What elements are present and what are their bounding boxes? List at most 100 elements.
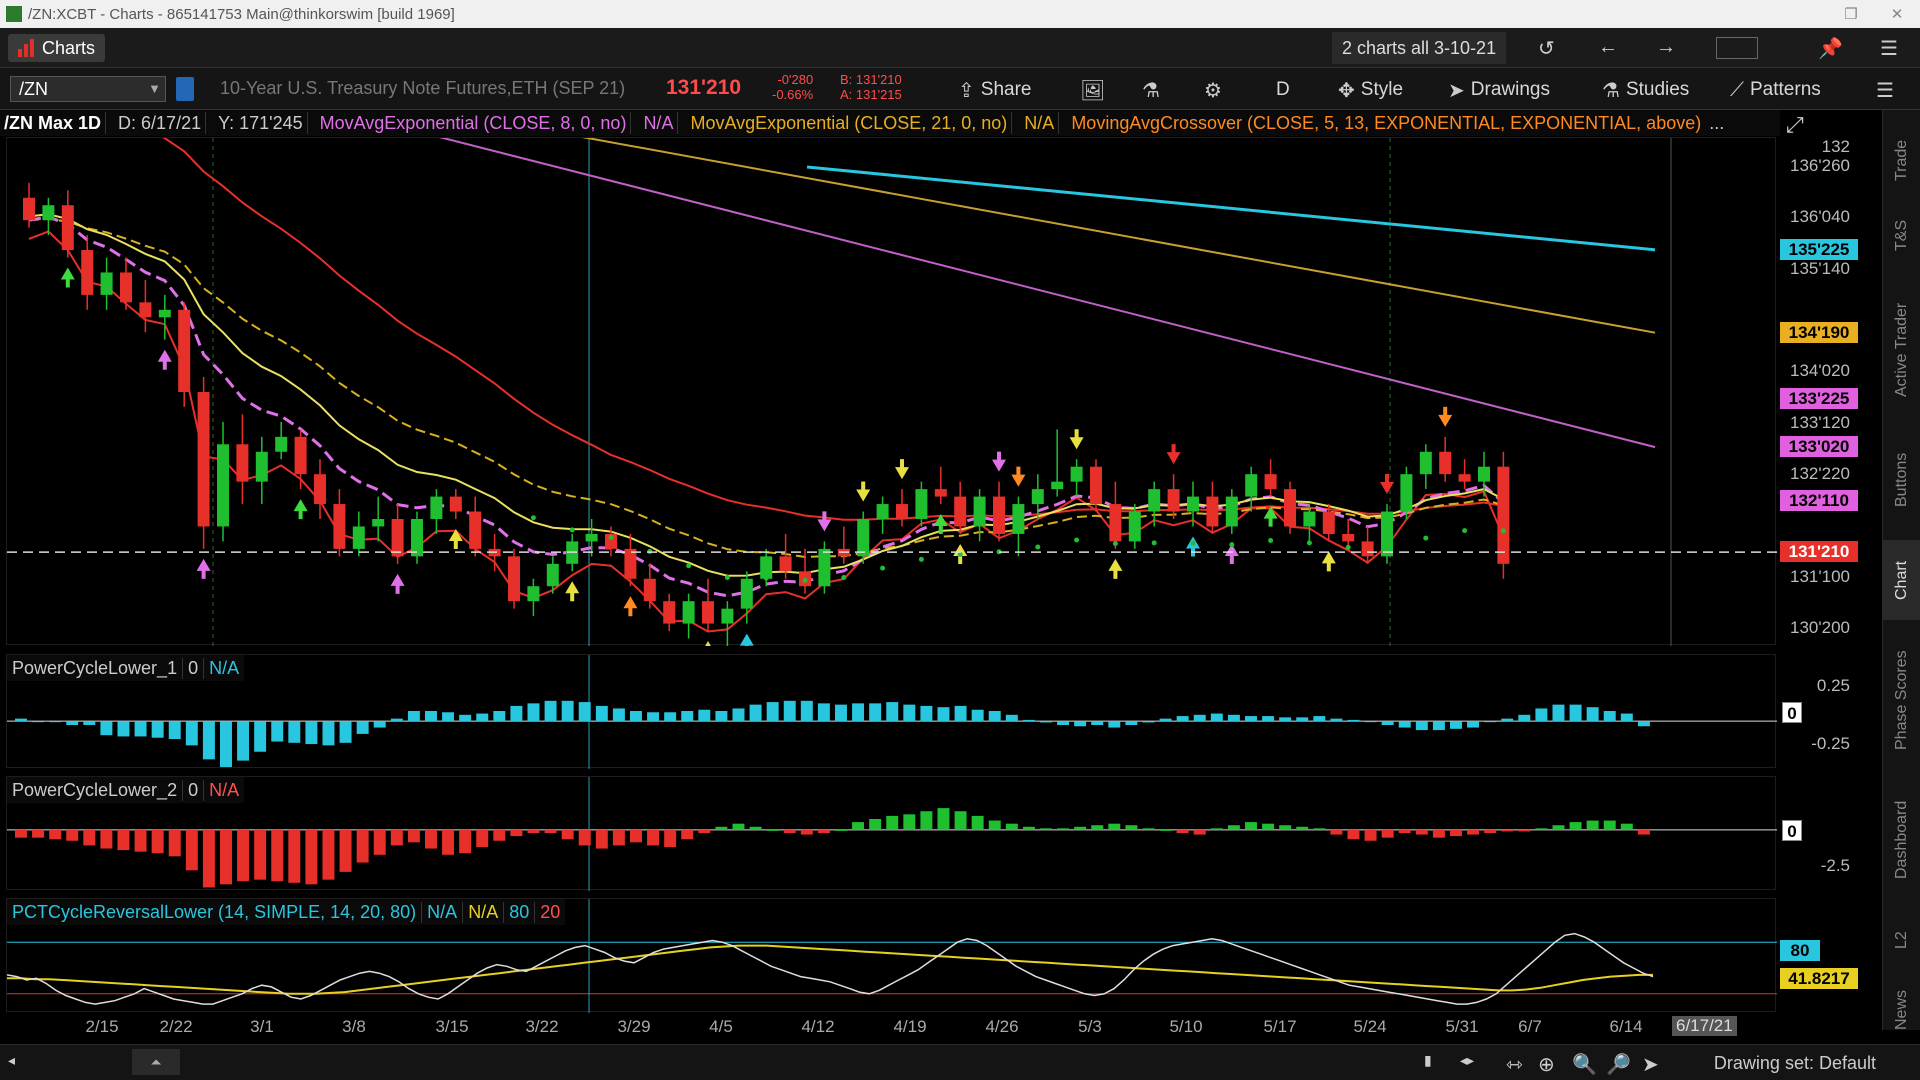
menu-list-icon[interactable]: ☰: [1880, 36, 1898, 61]
histogram-bar: [134, 829, 147, 852]
restore-window-button[interactable]: ❐: [1828, 5, 1874, 23]
ema21-value: N/A: [1024, 112, 1055, 133]
lower1-panel[interactable]: PowerCycleLower_1 0 N/A: [6, 654, 1777, 769]
snapshot-icon[interactable]: 🖼: [1080, 76, 1105, 104]
forward-arrow-icon[interactable]: →: [1656, 36, 1676, 59]
symbol-toolbar: /ZN ▼ 10-Year U.S. Treasury Note Futures…: [0, 68, 1920, 110]
drawing-set-label[interactable]: Drawing set: Default: [1714, 1053, 1876, 1074]
zoom-out-icon[interactable]: 🔎: [1606, 1052, 1631, 1077]
symbol-input[interactable]: /ZN ▼: [10, 76, 166, 102]
histogram-bar: [800, 829, 813, 835]
histogram-bar: [1620, 823, 1633, 830]
back-arrow-icon[interactable]: ←: [1598, 36, 1618, 59]
zoom-in-icon[interactable]: 🔍: [1572, 1052, 1597, 1077]
pan-icon[interactable]: ⇿: [1506, 1052, 1523, 1077]
scroll-right-icon[interactable]: ◂▸: [1460, 1052, 1474, 1069]
histogram-bar: [630, 711, 642, 722]
lower1-axis: 0.25 0 -0.25: [1778, 654, 1874, 768]
time-axis[interactable]: 6/14 6/7 5/31 5/24 5/17 5/10 5/3 4/26 4/19 4/12 4/…: [6, 1012, 1776, 1042]
histogram-bar: [1381, 721, 1394, 725]
close-window-button[interactable]: ✕: [1874, 5, 1920, 23]
histogram-bar: [920, 705, 933, 722]
candle-body: [1128, 511, 1141, 542]
histogram-bar: [1262, 716, 1275, 722]
cursor-icon[interactable]: ➤: [1642, 1052, 1659, 1077]
scroll-left-icon[interactable]: ◂: [8, 1052, 15, 1069]
histogram-bar: [254, 829, 267, 880]
bid-ask: B: 131'210 A: 131'215: [840, 72, 902, 102]
side-tab-trade[interactable]: Trade: [1883, 120, 1920, 200]
share-button[interactable]: ⇪ Share: [958, 76, 1031, 104]
toolbar-menu-icon[interactable]: ☰: [1876, 76, 1894, 104]
aggregation-button[interactable]: D: [1276, 76, 1290, 104]
lower2-name[interactable]: PowerCycleLower_2: [7, 779, 184, 801]
side-tab-dashboard[interactable]: Dashboard: [1883, 780, 1920, 900]
flask-icon[interactable]: ⚗: [1142, 76, 1160, 104]
lower1-name[interactable]: PowerCycleLower_1: [7, 657, 184, 679]
side-tab-buttons[interactable]: Buttons: [1883, 430, 1920, 530]
lower3-panel[interactable]: PCTCycleReversalLower (14, SIMPLE, 14, 2…: [6, 898, 1777, 1013]
expand-icon[interactable]: ⤢: [1786, 112, 1804, 138]
candle-body: [23, 197, 35, 221]
charts-tab[interactable]: Charts: [8, 34, 106, 62]
collapse-panel-button[interactable]: ⏶: [132, 1049, 180, 1075]
more-studies[interactable]: ...: [1705, 113, 1728, 134]
signal-dot: [1151, 540, 1157, 546]
grid-setup-label[interactable]: 2 charts all 3-10-21: [1332, 32, 1507, 64]
candle-body: [1070, 466, 1083, 482]
gear-icon[interactable]: ⚙: [1204, 76, 1222, 104]
lower3-name[interactable]: PCTCycleReversalLower (14, SIMPLE, 14, 2…: [7, 901, 423, 923]
histogram-bar: [202, 721, 215, 760]
studies-button[interactable]: ⚗ Studies: [1602, 76, 1689, 104]
candle-body: [1225, 496, 1238, 527]
histogram-bar: [1415, 721, 1428, 731]
price-axis[interactable]: 136'260 136'040 135'140 134'020 133'120 132'2…: [1778, 137, 1874, 645]
histogram-bar: [869, 819, 882, 830]
candle-body: [1051, 481, 1064, 490]
signal-dot: [1112, 541, 1118, 547]
ema8-study-label[interactable]: MovAvgExponential (CLOSE, 8, 0, no): [316, 113, 631, 134]
signal-dot: [918, 556, 924, 562]
date-tick-label: 4/19: [893, 1017, 927, 1036]
chevron-down-icon[interactable]: ▼: [148, 77, 161, 101]
side-tab-t-s[interactable]: T&S: [1883, 205, 1920, 265]
ema21-study-label[interactable]: MovAvgExponential (CLOSE, 21, 0, no): [686, 113, 1011, 134]
patterns-button[interactable]: ⟋ Patterns: [1730, 76, 1821, 104]
candle-body: [527, 586, 540, 602]
symbol-link-icon[interactable]: [176, 77, 194, 101]
lower2-panel[interactable]: PowerCycleLower_2 0 N/A: [6, 776, 1777, 891]
price-chart[interactable]: [7, 138, 1777, 646]
histogram-bar: [220, 721, 232, 767]
price-panel[interactable]: [6, 137, 1777, 646]
cursor-icon: ➤: [1448, 79, 1465, 102]
histogram-bar: [1296, 717, 1309, 722]
pin-icon[interactable]: 📌: [1818, 36, 1843, 61]
histogram-bar: [988, 820, 1001, 830]
side-tab-phase-scores[interactable]: Phase Scores: [1883, 630, 1920, 770]
buy-signal-arrow: [1321, 551, 1336, 572]
side-tab-active-trader[interactable]: Active Trader: [1883, 280, 1920, 420]
side-tab-chart[interactable]: Chart: [1883, 540, 1920, 620]
drawings-button[interactable]: ➤ Drawings: [1448, 76, 1550, 104]
signal-dot: [841, 574, 847, 580]
crossover-study-label[interactable]: MovingAvgCrossover (CLOSE, 5, 13, EXPONE…: [1067, 113, 1705, 134]
histogram-bar: [1074, 721, 1087, 727]
histogram-bar: [1535, 708, 1548, 722]
histogram-bar: [561, 829, 574, 840]
histogram-bar: [1005, 823, 1018, 830]
side-tab-l2[interactable]: L2: [1883, 910, 1920, 970]
sell-signal-arrow: [1166, 444, 1181, 465]
lower2-tick: -2.5: [1820, 856, 1850, 875]
cursor-date: D: 6/17/21: [118, 112, 202, 133]
undo-icon[interactable]: ↺: [1538, 36, 1555, 61]
color-scheme-swatch[interactable]: [1716, 37, 1758, 59]
crosshair-icon[interactable]: ⊕: [1538, 1052, 1555, 1077]
symbol-value: /ZN: [19, 79, 48, 99]
signal-dot: [608, 535, 614, 541]
scrollbar-thumb[interactable]: ▮: [1424, 1052, 1432, 1069]
style-button[interactable]: ✥ Style: [1338, 76, 1403, 104]
lower1-tick: 0.25: [1816, 676, 1850, 695]
side-tab-news[interactable]: News: [1883, 980, 1920, 1040]
histogram-bar: [100, 829, 113, 849]
histogram-bar: [1159, 718, 1172, 722]
